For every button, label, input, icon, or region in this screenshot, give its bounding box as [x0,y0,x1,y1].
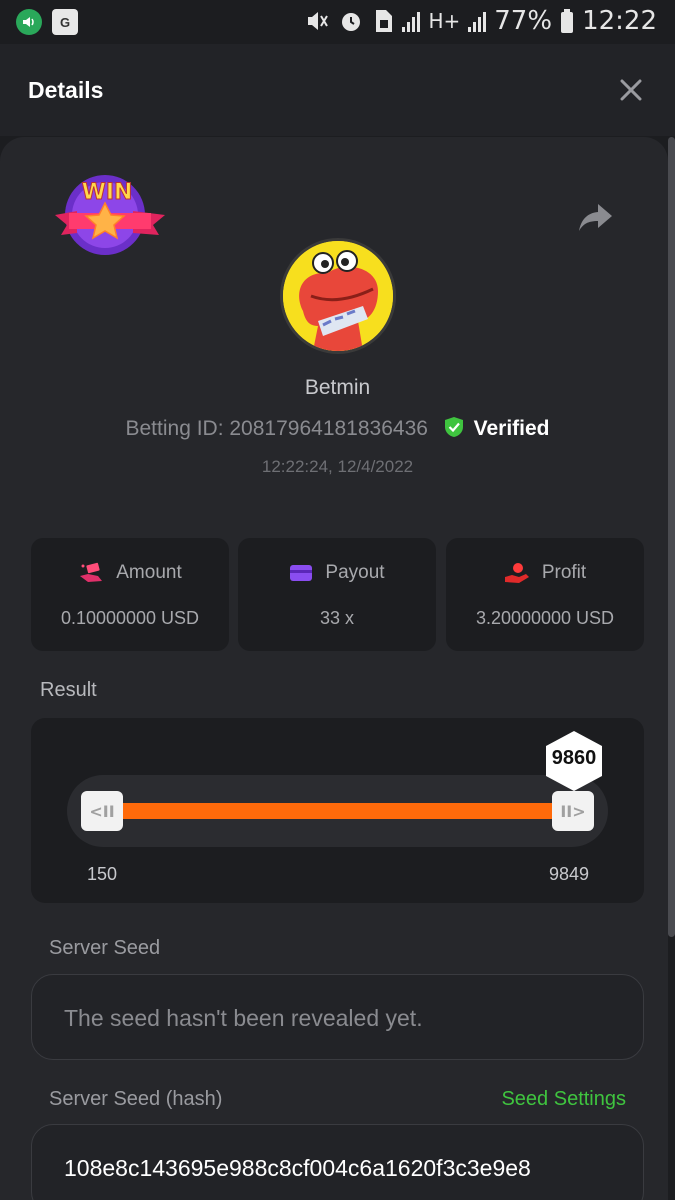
page-title: Details [28,77,104,103]
seed-settings-link[interactable]: Seed Settings [501,1088,626,1111]
battery-icon [561,9,574,33]
payout-value: 33 x [319,608,355,628]
result-label: Result [40,679,97,701]
profit-stat: Profit 3.20000000 USD [446,538,644,651]
sim-card-icon [376,10,393,32]
win-badge: WIN [55,175,165,255]
range-max-handle[interactable]: II> [552,791,594,831]
amount-stat: Amount 0.10000000 USD [31,538,229,651]
close-icon[interactable] [617,76,645,104]
payout-label: Payout [325,562,385,583]
server-seed-label: Server Seed [49,937,161,959]
server-seed-field[interactable]: The seed hasn't been revealed yet. [31,974,644,1060]
media-sound-icon [16,9,42,35]
profit-hand-icon [504,563,529,583]
username: Betmin [304,376,371,399]
verified-label: Verified [473,417,550,440]
range-min-handle[interactable]: <II [81,791,123,831]
range-min-value: 150 [87,864,118,884]
profit-value: 3.20000000 USD [475,608,615,628]
network-type-label: H+ [428,9,461,33]
amount-value: 0.10000000 USD [60,608,200,628]
details-header: Details [0,44,675,136]
betting-id-row: Betting ID: 20817964181836436 Verified [0,416,675,441]
payout-stat: Payout 33 x [238,538,436,651]
bet-timestamp: 12:22:24, 12/4/2022 [261,457,414,476]
card-icon [290,565,313,581]
avatar [280,238,396,354]
status-bar: G H+ 77% 12:22 [0,0,675,44]
dinosaur-avatar-icon [283,241,393,351]
alarm-icon [342,13,361,31]
clock: 12:22 [582,6,657,36]
share-icon[interactable] [578,200,614,234]
verified-shield-icon [444,417,463,437]
win-badge-text: WIN [82,180,133,205]
server-seed-hash-value: 108e8c143695e988c8cf004c6a1620f3c3e9e8 [64,1155,531,1181]
rolled-value: 9860 [551,747,597,769]
mute-vibrate-icon [308,12,329,30]
server-seed-hash-label: Server Seed (hash) [49,1088,223,1110]
profit-label: Profit [541,562,587,583]
signal-strength-icon [402,10,421,32]
range-max-value: 9849 [549,864,590,884]
translate-icon: G [52,9,78,35]
server-seed-value: The seed hasn't been revealed yet. [64,1005,423,1031]
scrollbar[interactable] [668,137,675,937]
amount-label: Amount [116,562,182,583]
signal-strength-icon-2 [468,10,487,32]
server-seed-hash-field[interactable]: 108e8c143695e988c8cf004c6a1620f3c3e9e8 [31,1124,644,1200]
money-hand-icon [80,562,103,582]
range-slider-fill [100,803,575,819]
betting-id: Betting ID: 20817964181836436 [125,417,428,440]
battery-percent: 77% [494,6,553,36]
